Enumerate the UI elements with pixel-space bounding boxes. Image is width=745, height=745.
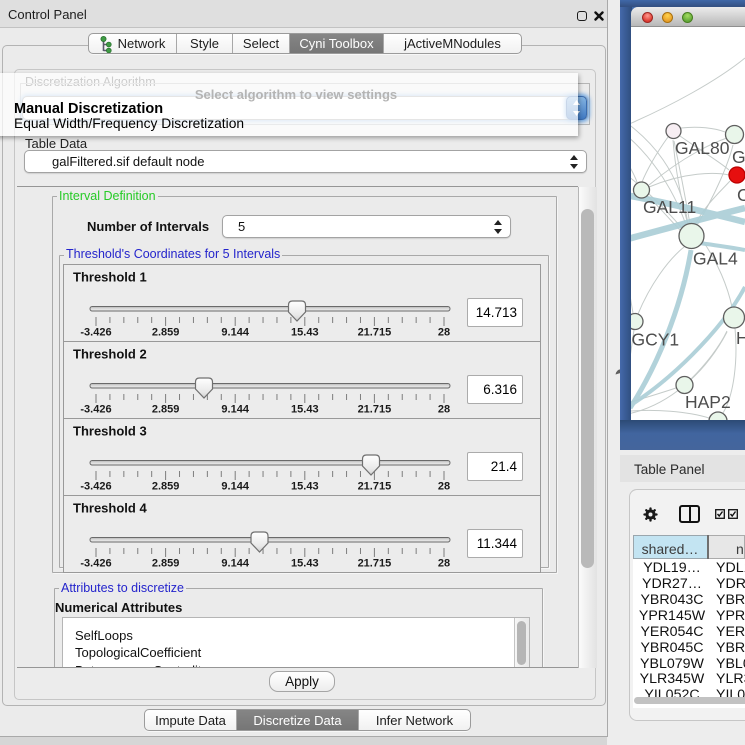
svg-text:21.715: 21.715 (358, 481, 392, 493)
svg-text:15.43: 15.43 (291, 558, 319, 570)
svg-text:21.715: 21.715 (358, 558, 392, 570)
svg-text:C: C (737, 185, 745, 205)
svg-text:9.144: 9.144 (221, 481, 249, 493)
svg-text:2.859: 2.859 (152, 404, 180, 416)
svg-text:28: 28 (438, 481, 450, 493)
svg-text:GA: GA (732, 147, 745, 167)
svg-text:-3.426: -3.426 (80, 481, 111, 493)
svg-text:-3.426: -3.426 (80, 404, 111, 416)
svg-text:GAL4: GAL4 (693, 249, 738, 269)
svg-text:21.715: 21.715 (358, 327, 392, 339)
svg-text:28: 28 (438, 327, 450, 339)
svg-text:2.859: 2.859 (152, 327, 180, 339)
svg-text:9.144: 9.144 (221, 558, 249, 570)
svg-text:Threshold 4: Threshold 4 (73, 501, 147, 516)
svg-text:28: 28 (438, 404, 450, 416)
svg-text:HAP2: HAP2 (685, 392, 731, 412)
svg-text:15.43: 15.43 (291, 327, 319, 339)
svg-text:GAL80: GAL80 (675, 138, 730, 158)
svg-text:-3.426: -3.426 (80, 558, 111, 570)
svg-text:9.144: 9.144 (221, 327, 249, 339)
svg-text:H: H (736, 328, 745, 348)
svg-text:9.144: 9.144 (221, 404, 249, 416)
svg-text:21.715: 21.715 (358, 404, 392, 416)
svg-text:2.859: 2.859 (152, 558, 180, 570)
svg-text:Threshold 3: Threshold 3 (73, 424, 147, 439)
svg-text:GAL11: GAL11 (643, 197, 696, 217)
svg-text:Threshold 2: Threshold 2 (73, 347, 147, 362)
svg-text:GCY1: GCY1 (632, 330, 680, 350)
svg-text:15.43: 15.43 (291, 404, 319, 416)
svg-text:15.43: 15.43 (291, 481, 319, 493)
svg-text:2.859: 2.859 (152, 481, 180, 493)
svg-text:Threshold 1: Threshold 1 (73, 270, 147, 285)
svg-text:28: 28 (438, 558, 450, 570)
svg-text:-3.426: -3.426 (80, 327, 111, 339)
